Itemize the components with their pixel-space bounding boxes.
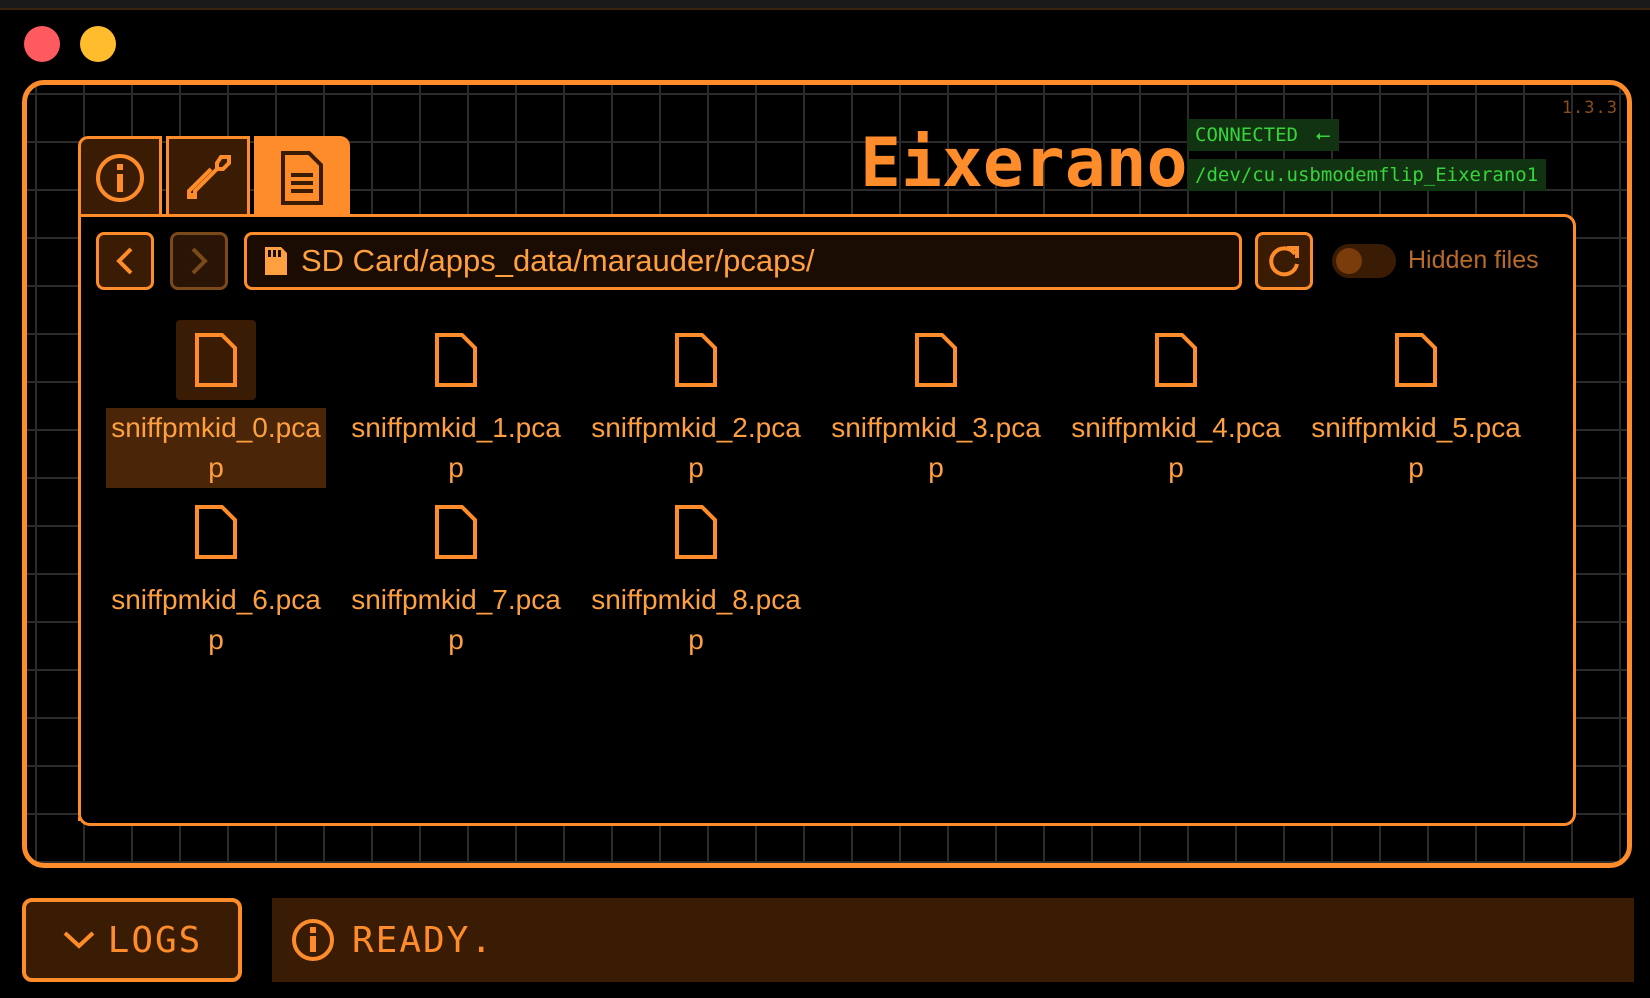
file-icon-container — [416, 320, 496, 400]
file-icon — [435, 333, 477, 387]
minimize-window-button[interactable] — [80, 26, 116, 62]
file-name: sniffpmkid_4.pcap — [1071, 412, 1281, 483]
file-name: sniffpmkid_2.pcap — [591, 412, 801, 483]
refresh-icon — [1269, 246, 1299, 277]
file-icon-container — [1376, 320, 1456, 400]
file-name: sniffpmkid_3.pcap — [831, 412, 1041, 483]
file-item[interactable]: sniffpmkid_7.pcap — [342, 492, 570, 660]
document-icon — [281, 150, 323, 205]
file-icon — [435, 505, 477, 559]
device-path-badge: /dev/cu.usbmodemflip_Eixerano1 — [1187, 159, 1547, 191]
file-name: sniffpmkid_8.pcap — [591, 584, 801, 655]
chevron-left-icon — [116, 247, 133, 275]
file-icon-container — [176, 492, 256, 572]
device-name-title: Eixerano — [860, 124, 1188, 203]
path-bar[interactable]: SD Card/apps_data/marauder/pcaps/ — [244, 232, 1242, 290]
connection-status-badge: CONNECTED ⭠ — [1187, 119, 1339, 151]
tab-files[interactable] — [254, 136, 350, 216]
file-icon-container — [416, 492, 496, 572]
file-icon — [915, 333, 957, 387]
file-icon-container — [1136, 320, 1216, 400]
forward-button[interactable] — [170, 232, 228, 290]
file-icon-container — [176, 320, 256, 400]
file-name: sniffpmkid_7.pcap — [351, 584, 561, 655]
file-icon — [195, 505, 237, 559]
file-item[interactable]: sniffpmkid_8.pcap — [582, 492, 810, 660]
file-icon — [1395, 333, 1437, 387]
window-title-strip — [0, 0, 1650, 10]
file-name: sniffpmkid_1.pcap — [351, 412, 561, 483]
file-icon — [1155, 333, 1197, 387]
file-name: sniffpmkid_0.pcap — [106, 408, 326, 488]
info-icon — [96, 153, 144, 202]
tab-tools[interactable] — [166, 136, 250, 216]
info-icon — [292, 919, 334, 961]
file-icon — [195, 333, 237, 387]
hidden-files-label: Hidden files — [1408, 246, 1539, 274]
file-icon — [675, 333, 717, 387]
logs-button[interactable]: LOGS — [22, 898, 242, 982]
toggle-knob — [1336, 248, 1362, 274]
sd-card-icon — [265, 247, 287, 275]
file-item[interactable]: sniffpmkid_6.pcap — [102, 492, 330, 660]
chevron-down-icon — [63, 931, 95, 949]
file-item[interactable]: sniffpmkid_1.pcap — [342, 320, 570, 488]
version-label: 1.3.3 — [1561, 98, 1618, 118]
status-text: READY. — [352, 919, 495, 961]
refresh-button[interactable] — [1255, 232, 1313, 290]
connection-status-text: CONNECTED — [1195, 124, 1298, 146]
file-icon — [675, 505, 717, 559]
file-icon-container — [656, 492, 736, 572]
chevron-right-icon — [191, 247, 208, 275]
file-icon-container — [656, 320, 736, 400]
status-bar: READY. — [272, 898, 1634, 982]
close-window-button[interactable] — [24, 26, 60, 62]
file-name: sniffpmkid_6.pcap — [111, 584, 321, 655]
file-icon-container — [896, 320, 976, 400]
wrench-icon — [187, 154, 231, 199]
file-item[interactable]: sniffpmkid_2.pcap — [582, 320, 810, 488]
logs-label: LOGS — [107, 919, 203, 961]
file-item[interactable]: sniffpmkid_3.pcap — [822, 320, 1050, 488]
file-item[interactable]: sniffpmkid_0.pcap — [102, 320, 330, 488]
file-name: sniffpmkid_5.pcap — [1311, 412, 1521, 483]
back-button[interactable] — [96, 232, 154, 290]
file-item[interactable]: sniffpmkid_5.pcap — [1302, 320, 1530, 488]
hidden-files-toggle[interactable] — [1332, 244, 1396, 278]
tab-info[interactable] — [78, 136, 162, 216]
usb-icon: ⭠ — [1315, 124, 1331, 146]
current-path: SD Card/apps_data/marauder/pcaps/ — [301, 243, 815, 278]
file-item[interactable]: sniffpmkid_4.pcap — [1062, 320, 1290, 488]
